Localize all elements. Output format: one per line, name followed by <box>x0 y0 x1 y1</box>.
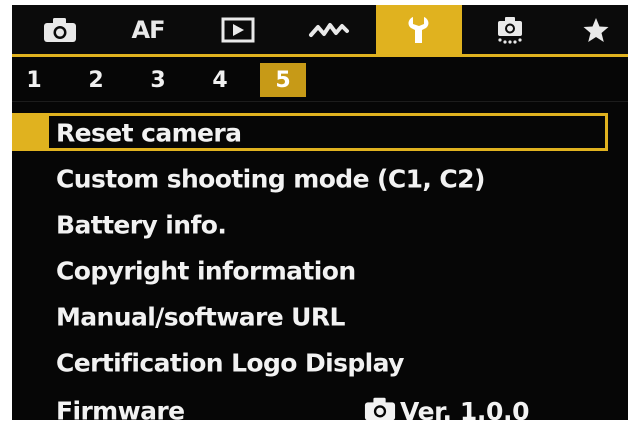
menu-tab-bar: AF <box>12 5 628 54</box>
menu-item-battery-info[interactable]: Battery info. <box>12 203 628 247</box>
menu-item-manual-software-url[interactable]: Manual/software URL <box>12 295 628 339</box>
page-tab-4[interactable]: 4 <box>200 63 240 97</box>
tab-custom-functions[interactable] <box>482 5 538 54</box>
menu-item-copyright-information[interactable]: Copyright information <box>12 249 628 293</box>
menu-item-label: Battery info. <box>56 210 227 240</box>
custom-camera-icon <box>493 15 527 45</box>
page-tab-2[interactable]: 2 <box>76 63 116 97</box>
menu-item-label: Custom shooting mode (C1, C2) <box>56 164 485 194</box>
menu-item-label: Reset camera <box>56 118 242 148</box>
menu-item-label: Firmware <box>56 396 185 421</box>
menu-item-label: Certification Logo Display <box>56 348 404 378</box>
firmware-version: Ver. 1.0.0 <box>364 396 529 420</box>
tab-shooting[interactable] <box>32 5 88 54</box>
firmware-version-text: Ver. 1.0.0 <box>400 396 530 421</box>
page-tab-3[interactable]: 3 <box>138 63 178 97</box>
tab-wireless[interactable] <box>299 5 359 54</box>
menu-item-reset-camera[interactable]: Reset camera <box>12 111 628 155</box>
tab-af[interactable]: AF <box>120 5 176 54</box>
camera-icon <box>43 17 77 43</box>
page-tab-5[interactable]: 5 <box>260 63 306 97</box>
play-icon <box>221 17 255 43</box>
camera-icon <box>364 396 396 420</box>
wrench-icon <box>404 15 434 45</box>
menu-item-label: Copyright information <box>56 256 356 286</box>
wireless-icon <box>308 19 350 41</box>
tab-my-menu[interactable] <box>568 5 624 54</box>
page-selector: 1 2 3 4 5 <box>12 57 628 101</box>
page-divider <box>12 101 628 102</box>
star-icon <box>582 16 610 44</box>
menu-item-certification-logo-display[interactable]: Certification Logo Display <box>12 341 628 385</box>
menu-item-firmware[interactable]: Firmware Ver. 1.0.0 <box>12 389 628 420</box>
page-tab-1[interactable]: 1 <box>14 63 54 97</box>
tab-playback[interactable] <box>210 5 266 54</box>
camera-menu-screen: AF 1 2 3 4 5 Reset camera Custom shootin… <box>12 5 628 420</box>
tab-setup[interactable] <box>376 5 462 54</box>
menu-item-custom-shooting-mode[interactable]: Custom shooting mode (C1, C2) <box>12 157 628 201</box>
menu-item-label: Manual/software URL <box>56 302 345 332</box>
selection-indicator <box>12 113 46 151</box>
tab-af-label: AF <box>131 15 166 44</box>
